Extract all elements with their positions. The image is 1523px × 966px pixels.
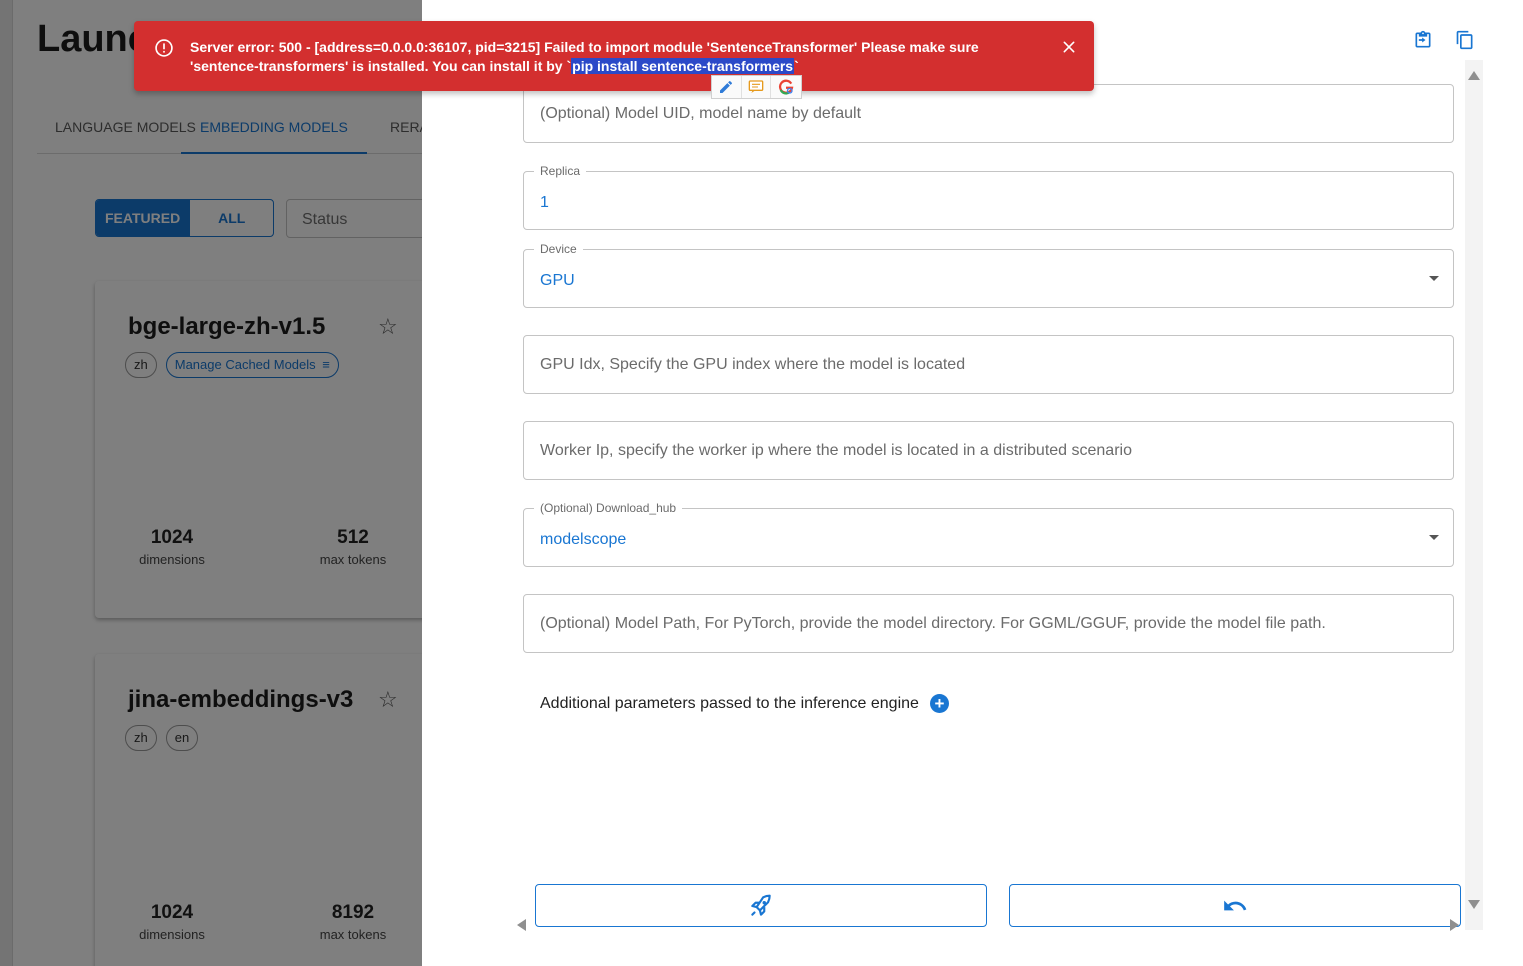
chevron-down-icon (1429, 276, 1439, 281)
replica-value: 1 (540, 194, 549, 211)
scroll-right-arrow[interactable] (1450, 919, 1459, 931)
google-icon[interactable] (771, 76, 801, 98)
device-select[interactable]: Device GPU (523, 241, 1454, 308)
error-message: Server error: 500 - [address=0.0.0.0:361… (190, 38, 1050, 76)
worker-ip-field[interactable]: Worker Ip, specify the worker ip where t… (523, 421, 1454, 480)
model-path-placeholder: (Optional) Model Path, For PyTorch, prov… (540, 615, 1326, 632)
download-hub-select[interactable]: (Optional) Download_hub modelscope (523, 500, 1454, 567)
additional-params-label: Additional parameters passed to the infe… (540, 694, 919, 712)
undo-button[interactable] (1009, 884, 1461, 927)
pencil-icon[interactable] (712, 76, 742, 98)
scroll-left-arrow[interactable] (517, 919, 526, 931)
worker-ip-placeholder: Worker Ip, specify the worker ip where t… (540, 442, 1132, 459)
additional-params-row: Additional parameters passed to the infe… (540, 694, 949, 713)
close-icon[interactable] (1061, 39, 1077, 55)
rocket-icon (751, 894, 771, 916)
launch-button[interactable] (535, 884, 987, 927)
model-uid-field[interactable]: (Optional) Model UID, model name by defa… (523, 84, 1454, 143)
error-icon (155, 39, 173, 57)
gpu-idx-placeholder: GPU Idx, Specify the GPU index where the… (540, 356, 966, 373)
copy-to-clipboard-icon[interactable] (1413, 30, 1433, 50)
chevron-down-icon (1429, 535, 1439, 540)
undo-icon (1224, 900, 1247, 910)
error-snackbar: Server error: 500 - [address=0.0.0.0:361… (134, 21, 1094, 91)
launch-model-drawer: (Optional) Model UID, model name by defa… (422, 0, 1523, 966)
duplicate-icon[interactable] (1455, 30, 1475, 50)
replica-field[interactable]: Replica 1 (523, 163, 1454, 230)
comment-icon[interactable] (742, 76, 772, 98)
plus-circle-icon[interactable]: + (929, 694, 949, 713)
device-value: GPU (540, 272, 575, 289)
scroll-down-arrow[interactable] (1468, 900, 1480, 909)
model-uid-placeholder: (Optional) Model UID, model name by defa… (540, 105, 862, 122)
drawer-toolbar (1413, 30, 1475, 50)
vertical-scrollbar[interactable] (1465, 60, 1483, 930)
selected-text: pip install sentence-transformers (571, 58, 795, 74)
model-path-field[interactable]: (Optional) Model Path, For PyTorch, prov… (523, 594, 1454, 653)
download-hub-value: modelscope (540, 531, 627, 548)
scroll-up-arrow[interactable] (1468, 71, 1480, 80)
gpu-idx-field[interactable]: GPU Idx, Specify the GPU index where the… (523, 335, 1454, 394)
error-message-suffix: ` (794, 58, 799, 74)
selection-toolbar (711, 75, 802, 99)
